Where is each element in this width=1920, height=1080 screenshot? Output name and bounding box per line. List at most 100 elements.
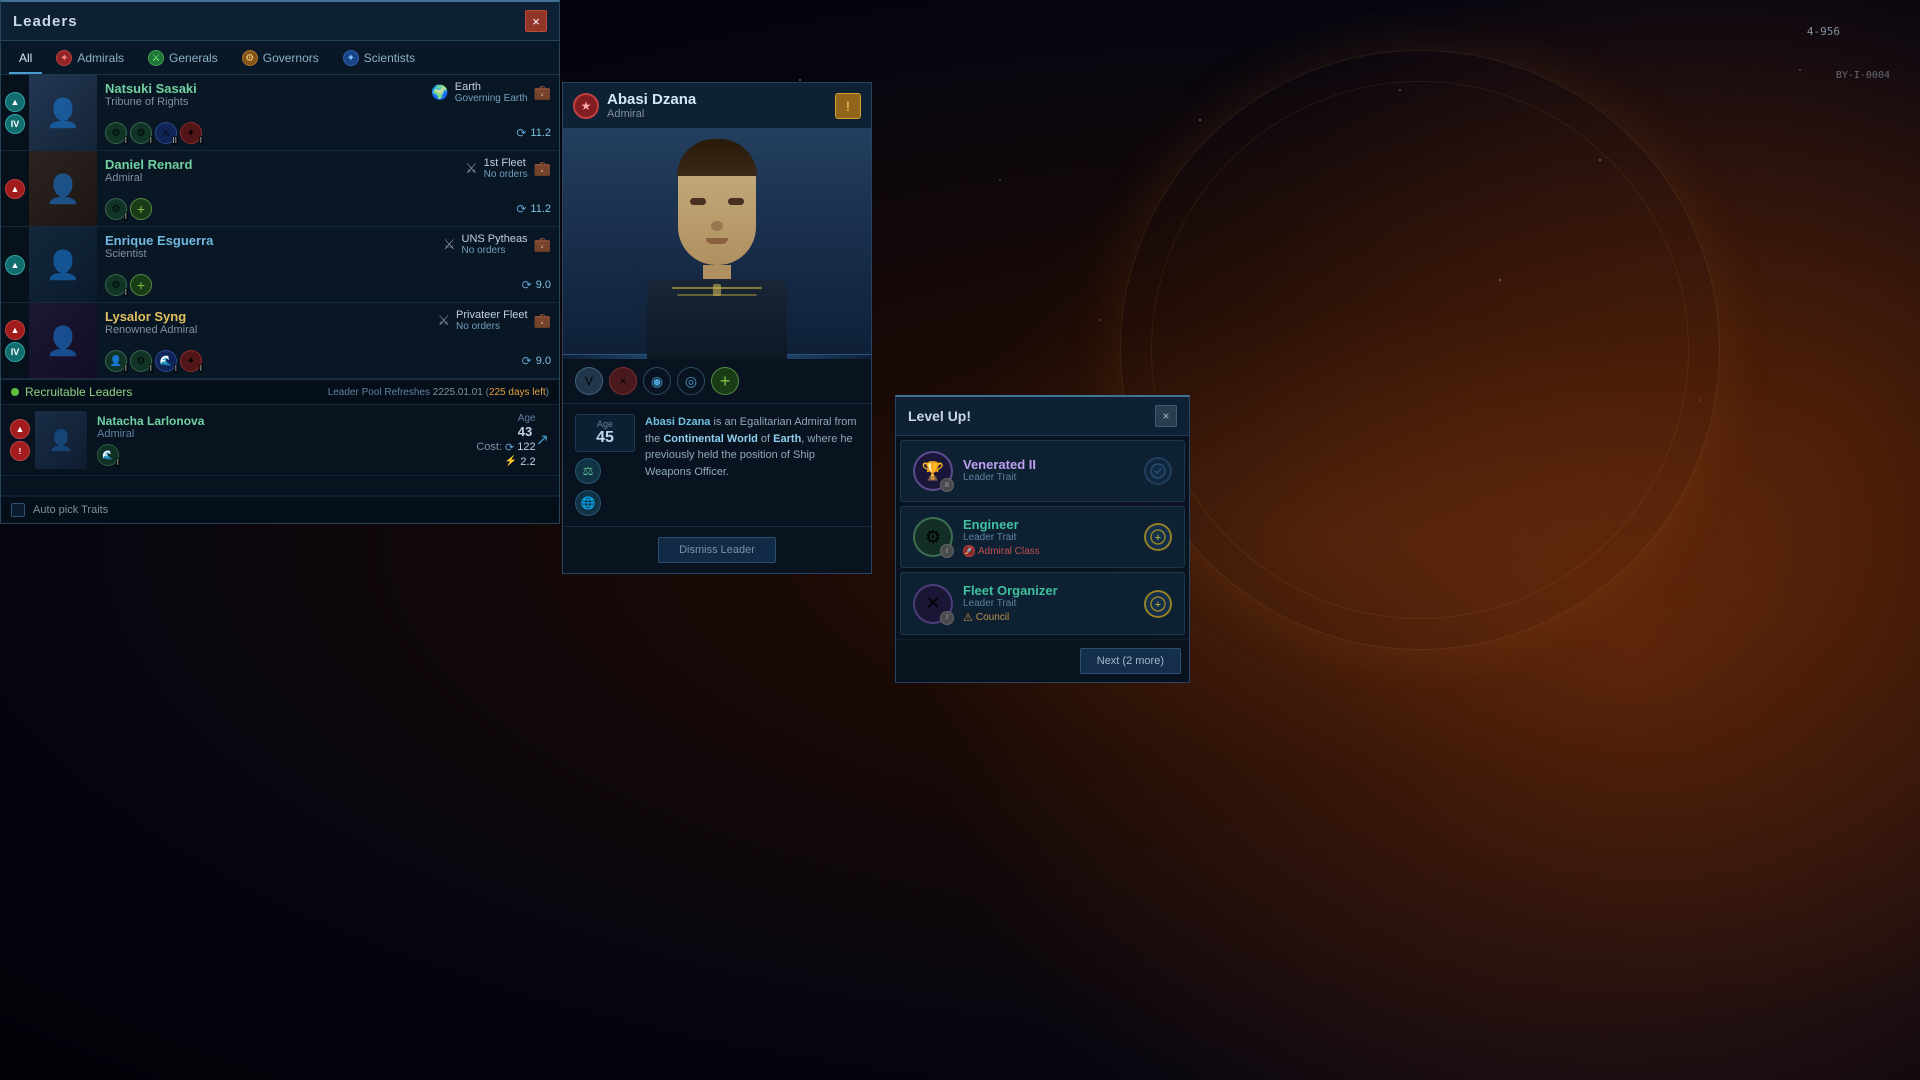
age-value: 45 bbox=[584, 429, 626, 447]
detail-portrait bbox=[563, 129, 871, 359]
leader-role: Admiral bbox=[105, 172, 192, 184]
svg-text:+: + bbox=[1155, 532, 1161, 544]
influence-icon: ⚡ bbox=[505, 456, 517, 467]
xp-value: 9.0 bbox=[536, 279, 551, 291]
leaders-panel-title: Leaders bbox=[13, 13, 78, 30]
leader-role: Tribune of Rights bbox=[105, 96, 197, 108]
detail-stats: Age 45 ⚖ 🌐 bbox=[575, 414, 635, 516]
tab-generals[interactable]: ⚔ Generals bbox=[138, 45, 228, 74]
dismiss-leader-button[interactable]: Dismiss Leader bbox=[658, 537, 776, 563]
trait-icon: ⚙I bbox=[105, 198, 127, 220]
bio-world: Earth bbox=[773, 433, 801, 445]
council-label: Council bbox=[976, 612, 1009, 623]
age-label: Age bbox=[584, 419, 626, 429]
engineer-select-button[interactable]: + bbox=[1144, 523, 1172, 551]
engineer-option-icon: ⚙ I bbox=[913, 517, 953, 557]
fleet-organizer-option-icon: ✕ I bbox=[913, 584, 953, 624]
xp-value: 11.2 bbox=[530, 127, 551, 139]
assignment-sub: Governing Earth bbox=[455, 93, 528, 104]
trait-icon: ⚙I bbox=[130, 350, 152, 372]
levelup-header: Level Up! × bbox=[896, 397, 1189, 436]
detail-trait-circle1: ◉ bbox=[643, 367, 671, 395]
engineer-option-text: Engineer Leader Trait 🚀 Admiral Class bbox=[963, 517, 1134, 557]
recruit-stats: Age 43 Cost: ⟳ 122 ⚡ 2.2 bbox=[446, 413, 536, 468]
leader-traits: 👤I ⚙I 🌊I ✦I bbox=[105, 350, 202, 372]
svg-text:+: + bbox=[1155, 599, 1161, 611]
leader-item[interactable]: ▲ IV Lysalor Syng Renowned Admiral ⚔ Pri… bbox=[1, 303, 559, 379]
levelup-close-button[interactable]: × bbox=[1155, 405, 1177, 427]
add-trait-button[interactable]: + bbox=[130, 198, 152, 220]
assignment-sub: No orders bbox=[462, 245, 528, 256]
storage-icon: 💼 bbox=[534, 236, 551, 253]
leader-name: Enrique Esguerra bbox=[105, 233, 213, 248]
levelup-option-engineer[interactable]: ⚙ I Engineer Leader Trait 🚀 Admiral Clas… bbox=[900, 506, 1185, 568]
detail-add-trait-button[interactable]: + bbox=[711, 367, 739, 395]
leader-bottom-row: ⚙I ⚙I ⚔II ✦I ⟳ 11.2 bbox=[105, 122, 551, 144]
fleet-organizer-option-name: Fleet Organizer bbox=[963, 583, 1134, 598]
detail-trait-x: × bbox=[609, 367, 637, 395]
leader-xp: ⟳ 11.2 bbox=[516, 126, 551, 140]
assignment-text: 1st Fleet No orders bbox=[484, 157, 528, 180]
bio-world-type: Continental World bbox=[663, 433, 758, 445]
detail-age-box: Age 45 bbox=[575, 414, 635, 452]
leaders-header: Leaders × bbox=[1, 2, 559, 41]
tab-admirals-label: Admirals bbox=[77, 51, 124, 65]
avatar-image bbox=[29, 75, 97, 150]
leader-traits: ⚙I + bbox=[105, 274, 152, 296]
leader-list: ▲ IV Natsuki Sasaki Tribune of Rights 🌍 … bbox=[1, 75, 559, 379]
pool-refresh-info: Leader Pool Refreshes 2225.01.01 (225 da… bbox=[328, 387, 549, 398]
assignment-text: Earth Governing Earth bbox=[455, 81, 528, 104]
tab-all[interactable]: All bbox=[9, 45, 42, 74]
levelup-option-fleet-organizer[interactable]: ✕ I Fleet Organizer Leader Trait ⚠ Counc… bbox=[900, 572, 1185, 635]
tab-scientists[interactable]: ✦ Scientists bbox=[333, 45, 425, 74]
fleet-organizer-option-type: Leader Trait bbox=[963, 598, 1134, 609]
recruit-info: Natacha Larlonova Admiral 🌊I bbox=[97, 414, 446, 466]
leader-bottom-row: ⚙I + ⟳ 11.2 bbox=[105, 198, 551, 220]
age-value: 43 bbox=[518, 424, 532, 439]
level-badge: ▲ bbox=[5, 320, 25, 340]
storage-icon: 💼 bbox=[534, 84, 551, 101]
levelup-option-venerated[interactable]: 🏆 II Venerated II Leader Trait bbox=[900, 440, 1185, 502]
recruitable-section-header: Recruitable Leaders Leader Pool Refreshe… bbox=[1, 379, 559, 405]
levelup-next-button[interactable]: Next (2 more) bbox=[1080, 648, 1181, 674]
avatar-image bbox=[29, 227, 97, 302]
levelup-title: Level Up! bbox=[908, 408, 971, 424]
leader-item[interactable]: ▲ Enrique Esguerra Scientist ⚔ UNS Pythe… bbox=[1, 227, 559, 303]
age-label: Age bbox=[518, 413, 536, 424]
tab-governors[interactable]: ⚙ Governors bbox=[232, 45, 329, 74]
bio-position: Ship Weapons Officer bbox=[645, 449, 815, 478]
tab-admirals[interactable]: ✦ Admirals bbox=[46, 45, 134, 74]
venerated-option-icon: 🏆 II bbox=[913, 451, 953, 491]
leader-name: Lysalor Syng bbox=[105, 309, 197, 324]
detail-traits-bar: V × ◉ ◎ + bbox=[563, 359, 871, 404]
detail-trait-v: V bbox=[575, 367, 603, 395]
assignment-text: Privateer Fleet No orders bbox=[456, 309, 528, 332]
cost-energy-icon: ⟳ bbox=[505, 441, 514, 454]
assignment-name: 1st Fleet bbox=[484, 157, 528, 169]
fleet-organizer-select-button[interactable]: + bbox=[1144, 590, 1172, 618]
leader-item[interactable]: ▲ Daniel Renard Admiral ⚔ 1st Fleet No o… bbox=[1, 151, 559, 227]
assignment-icon: 🌍 bbox=[431, 84, 448, 101]
leader-item[interactable]: ▲ IV Natsuki Sasaki Tribune of Rights 🌍 … bbox=[1, 75, 559, 151]
venerated-option-text: Venerated II Leader Trait bbox=[963, 457, 1134, 485]
leaders-close-button[interactable]: × bbox=[525, 10, 547, 32]
leader-role: Renowned Admiral bbox=[105, 324, 197, 336]
add-trait-button[interactable]: + bbox=[130, 274, 152, 296]
leader-level-indicator: ▲ IV bbox=[1, 303, 29, 378]
detail-leader-name: Abasi Dzana bbox=[607, 91, 696, 108]
auto-pick-checkbox[interactable] bbox=[11, 503, 25, 517]
leader-info: Daniel Renard Admiral ⚔ 1st Fleet No ord… bbox=[97, 151, 559, 226]
detail-name-block: Abasi Dzana Admiral bbox=[607, 91, 696, 120]
portrait-mouth bbox=[706, 238, 728, 244]
portrait-eye-left bbox=[690, 198, 706, 205]
auto-pick-row[interactable]: Auto pick Traits bbox=[1, 496, 559, 523]
stat-icon-balance: ⚖ bbox=[575, 458, 601, 484]
leader-xp: ⟳ 9.0 bbox=[522, 278, 551, 292]
leader-avatar bbox=[29, 151, 97, 226]
recruit-item[interactable]: ▲ ! 👤 Natacha Larlonova Admiral 🌊I Age 4… bbox=[1, 405, 559, 476]
leader-assignment: ⚔ Privateer Fleet No orders 💼 bbox=[437, 309, 551, 332]
generals-tab-icon: ⚔ bbox=[148, 50, 164, 66]
hire-button[interactable]: ↗ bbox=[536, 430, 549, 450]
option-icon-badge: II bbox=[940, 478, 954, 492]
leader-avatar bbox=[29, 75, 97, 150]
